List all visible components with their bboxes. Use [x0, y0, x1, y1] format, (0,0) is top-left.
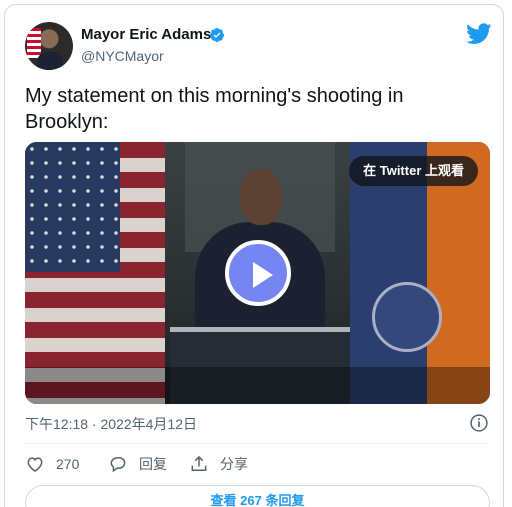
heart-icon	[27, 457, 43, 472]
video-player[interactable]: 在 Twitter 上观看	[25, 142, 490, 404]
like-count: 270	[56, 456, 80, 472]
play-button[interactable]	[225, 240, 291, 306]
reply-button[interactable]: 回复	[108, 454, 167, 474]
us-flag	[25, 142, 165, 404]
divider	[25, 443, 490, 444]
us-flag-canton	[25, 142, 120, 272]
tweet-card: Mayor Eric Adams @NYCMayor My statement …	[4, 4, 504, 507]
tweet-text-line-2: Brooklyn:	[25, 111, 109, 133]
reply-label: 回复	[139, 456, 167, 472]
info-icon[interactable]	[469, 413, 489, 433]
twitter-bird-icon[interactable]	[466, 23, 492, 45]
tweet-timestamp[interactable]: 下午12:18 · 2022年4月12日	[25, 414, 197, 434]
reply-bubble-icon	[110, 457, 126, 473]
tweet-text-line-1: My statement on this morning's shooting …	[25, 85, 404, 107]
verified-badge-icon	[209, 28, 224, 42]
user-name[interactable]: Mayor Eric Adams	[81, 26, 211, 43]
avatar-suit	[37, 52, 63, 70]
play-icon	[253, 262, 273, 288]
share-icon	[191, 455, 207, 471]
share-label: 分享	[220, 456, 248, 472]
like-button[interactable]: 270	[25, 454, 79, 474]
share-button[interactable]: 分享	[189, 454, 248, 474]
view-replies-button[interactable]: 查看 267 条回复	[25, 485, 490, 507]
video-floor-shadow	[25, 367, 490, 404]
nyc-seal	[372, 282, 442, 352]
user-handle[interactable]: @NYCMayor	[81, 48, 164, 64]
watch-on-twitter-button[interactable]: 在 Twitter 上观看	[349, 156, 478, 186]
avatar-flag	[27, 28, 41, 58]
avatar[interactable]	[25, 22, 73, 70]
tweet-text: My statement on this morning's shooting …	[25, 83, 485, 135]
speaker-head	[240, 169, 282, 225]
